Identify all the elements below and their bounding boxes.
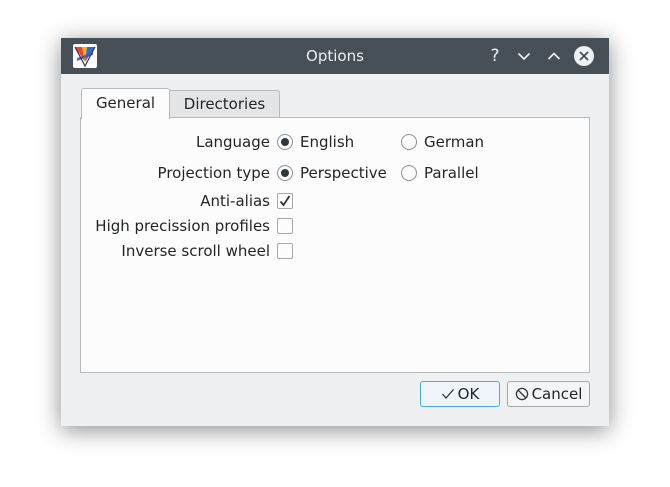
minimize-icon (517, 52, 531, 61)
high-precision-checkbox[interactable] (277, 218, 293, 234)
high-precision-row: High precission profiles (81, 215, 591, 237)
cancel-button[interactable]: Cancel (507, 381, 590, 407)
language-row: Language English German (81, 131, 591, 153)
close-button[interactable] (573, 45, 595, 67)
ok-button[interactable]: OK (420, 381, 500, 407)
close-icon (579, 51, 589, 61)
projection-parallel-radio[interactable] (401, 165, 417, 181)
language-german-label[interactable]: German (424, 131, 484, 153)
projection-perspective-radio[interactable] (277, 165, 293, 181)
projection-perspective-label[interactable]: Perspective (300, 162, 387, 184)
inverse-scroll-checkbox[interactable] (277, 243, 293, 259)
ok-label: OK (457, 385, 480, 403)
options-dialog: Options ? General Directories Language E… (61, 38, 609, 426)
cancel-label: Cancel (531, 385, 583, 403)
language-english-label[interactable]: English (300, 131, 354, 153)
maximize-button[interactable] (543, 45, 565, 67)
projection-label: Projection type (157, 164, 270, 182)
projection-parallel-label[interactable]: Parallel (424, 162, 479, 184)
inverse-scroll-row: Inverse scroll wheel (81, 240, 591, 262)
help-icon: ? (490, 46, 500, 66)
projection-row: Projection type Perspective Parallel (81, 162, 591, 184)
language-english-radio[interactable] (277, 134, 293, 150)
help-button[interactable]: ? (484, 45, 506, 67)
inverse-scroll-label: Inverse scroll wheel (121, 242, 270, 260)
cancel-icon (515, 387, 528, 401)
high-precision-label: High precission profiles (95, 217, 270, 235)
maximize-icon (547, 52, 561, 60)
checkmark-icon (279, 195, 291, 207)
anti-alias-label: Anti-alias (200, 192, 270, 210)
tab-general[interactable]: General (81, 88, 170, 119)
tab-directories[interactable]: Directories (170, 90, 280, 118)
check-icon (441, 389, 454, 399)
general-panel: Language English German Projection type … (80, 117, 590, 373)
language-german-radio[interactable] (401, 134, 417, 150)
title-bar[interactable]: Options ? (61, 38, 609, 74)
minimize-button[interactable] (513, 45, 535, 67)
anti-alias-checkbox[interactable] (277, 193, 293, 209)
anti-alias-row: Anti-alias (81, 190, 591, 212)
language-label: Language (195, 133, 270, 151)
